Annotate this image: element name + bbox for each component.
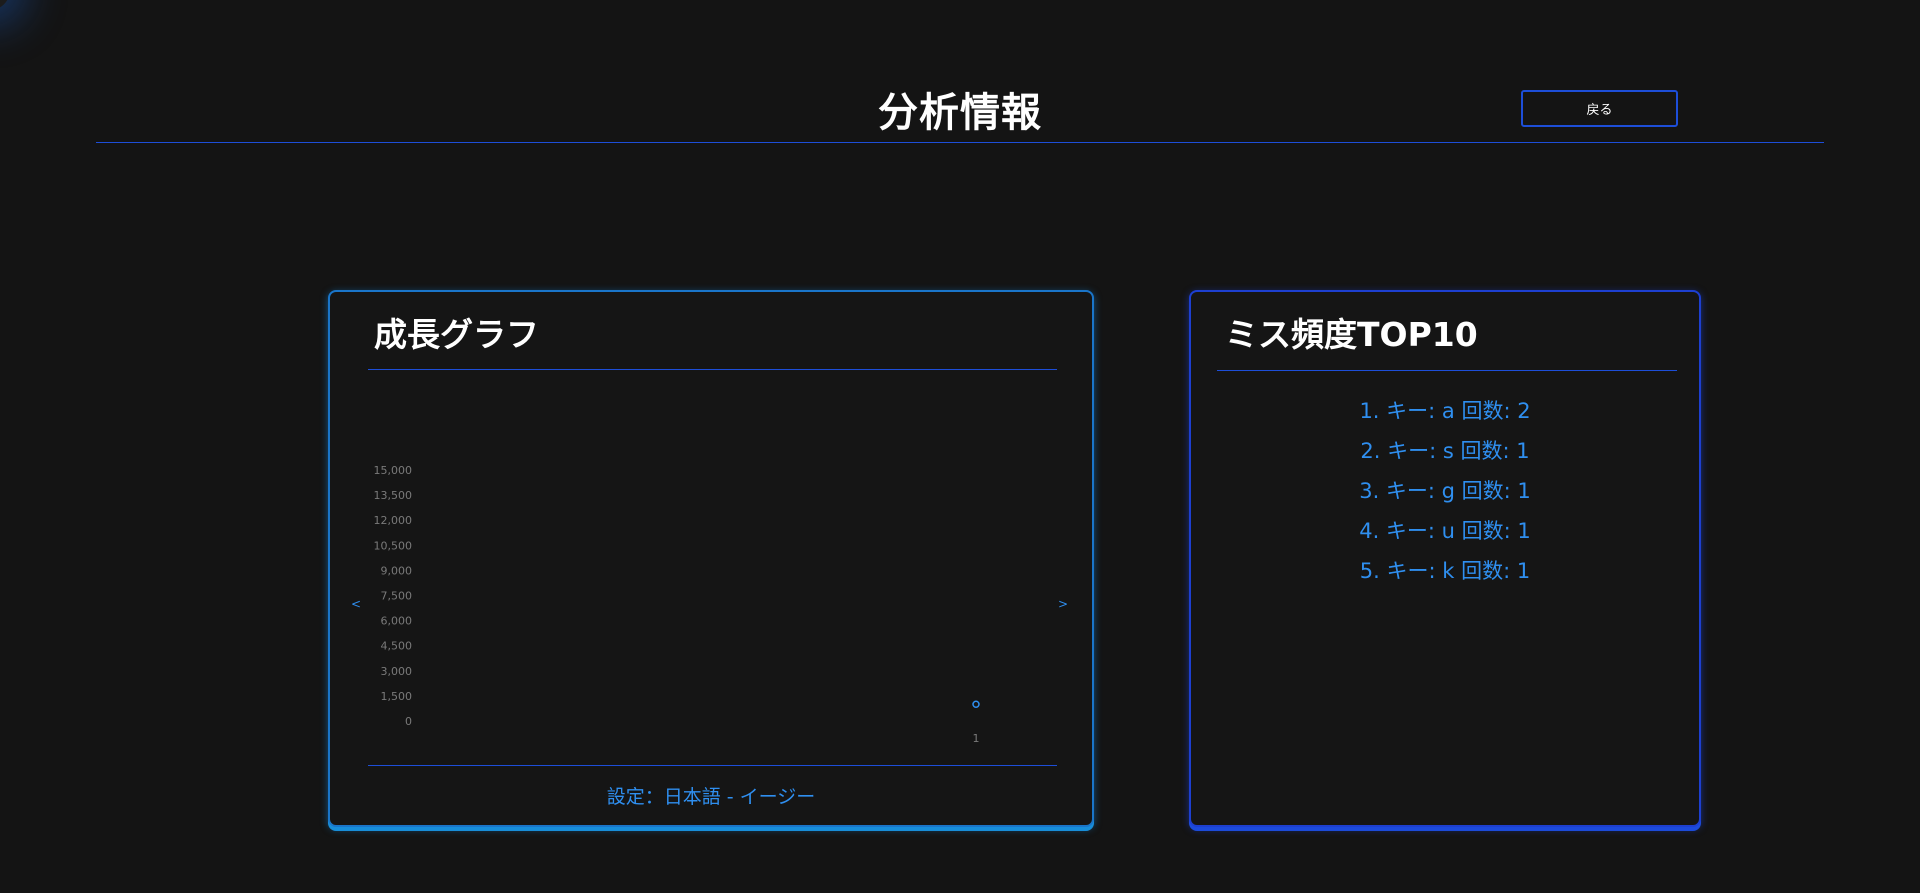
- miss-frequency-card: ミス頻度TOP10 1. キー: a 回数: 2 2. キー: s 回数: 1 …: [1189, 290, 1701, 827]
- y-tick-label: 13,500: [374, 489, 413, 502]
- y-tick-label: 15,000: [374, 464, 413, 477]
- setting-label: 設定：日本語 - イージー: [606, 786, 816, 808]
- miss-list-item: 4. キー: u 回数: 1: [1191, 516, 1699, 556]
- x-tick-label: 1: [973, 732, 980, 745]
- miss-list-item: 3. キー: g 回数: 1: [1191, 476, 1699, 516]
- miss-item-text: 1. キー: a 回数: 2: [1359, 399, 1531, 423]
- y-tick-label: 6,000: [381, 615, 413, 628]
- y-tick-label: 9,000: [381, 564, 413, 577]
- data-point: [972, 700, 980, 709]
- miss-list-item: 5. キー: k 回数: 1: [1191, 556, 1699, 596]
- miss-title-divider: [1217, 370, 1677, 371]
- miss-item-text: 3. キー: g 回数: 1: [1359, 479, 1531, 503]
- y-tick-label: 4,500: [381, 640, 413, 653]
- y-tick-label: 1,500: [381, 690, 413, 703]
- miss-item-text: 5. キー: k 回数: 1: [1359, 559, 1531, 583]
- corner-glow-decoration: [0, 0, 10, 10]
- chart-next-button[interactable]: >: [1056, 596, 1070, 612]
- growth-chart: 15,000 13,500 12,000 10,500 9,000 7,500 6,000 4…: [374, 464, 980, 745]
- y-tick-label: 3,000: [381, 665, 413, 678]
- y-tick-label: 0: [405, 715, 412, 728]
- growth-graph-card: 成長グラフ 15,000 13,500 12,000 10,500 9,000 7,500…: [328, 290, 1094, 827]
- miss-item-text: 4. キー: u 回数: 1: [1359, 519, 1531, 543]
- back-button[interactable]: 戻る: [1521, 90, 1678, 127]
- y-tick-label: 12,000: [374, 514, 413, 527]
- miss-list-item: 2. キー: s 回数: 1: [1191, 436, 1699, 476]
- miss-frequency-title: ミス頻度TOP10: [1225, 315, 1478, 354]
- growth-bottom-divider: [368, 765, 1057, 766]
- chart-prev-button[interactable]: <: [349, 596, 363, 612]
- y-tick-label: 10,500: [374, 539, 413, 552]
- page-header: 分析情報 戻る: [96, 0, 1824, 143]
- miss-frequency-list: 1. キー: a 回数: 2 2. キー: s 回数: 1 3. キー: g 回…: [1191, 396, 1699, 596]
- miss-list-item: 1. キー: a 回数: 2: [1191, 396, 1699, 436]
- miss-item-text: 2. キー: s 回数: 1: [1360, 439, 1530, 463]
- y-tick-label: 7,500: [381, 590, 413, 603]
